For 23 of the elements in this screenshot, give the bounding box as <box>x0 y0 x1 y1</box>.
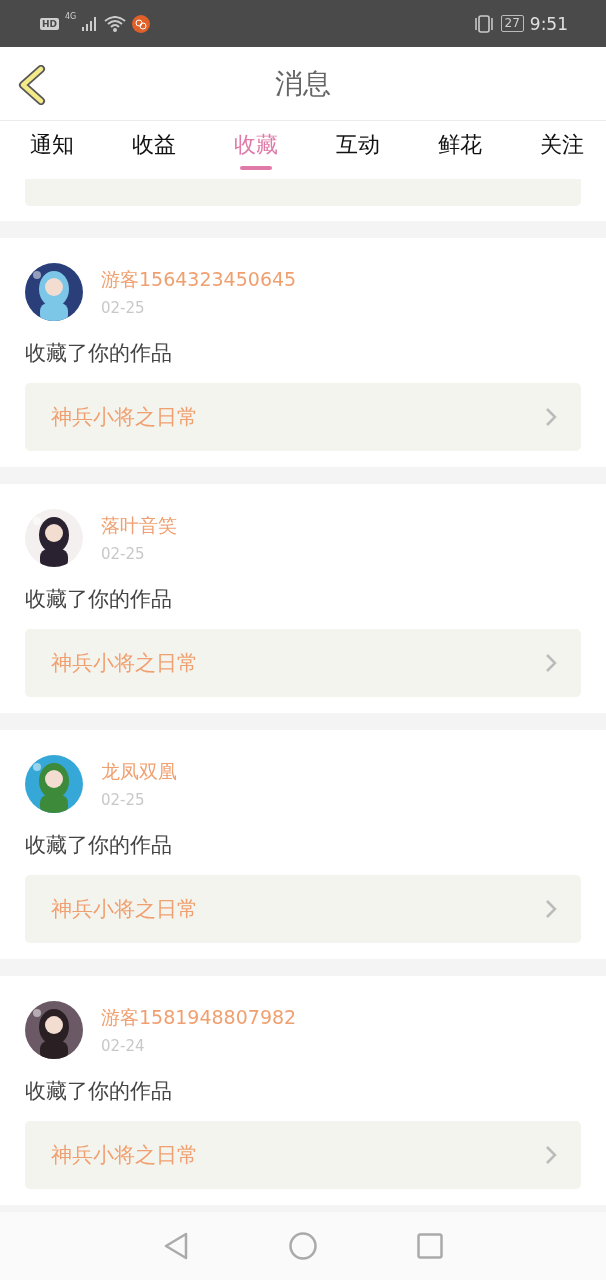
user-name[interactable]: 落叶音笑 <box>101 513 177 539</box>
clock: 9:51 <box>529 13 568 34</box>
tab[interactable]: 收益 <box>116 121 192 179</box>
tab[interactable]: 通知 <box>14 121 90 179</box>
battery-indicator: 27 <box>500 15 524 32</box>
work-link[interactable]: 神兵小将之日常 <box>25 383 581 451</box>
hd-indicator: HD <box>40 17 59 30</box>
work-link[interactable]: 神兵小将之日常 <box>25 1121 581 1189</box>
message-text: 收藏了你的作品 <box>25 586 173 613</box>
message-text: 收藏了你的作品 <box>25 832 173 859</box>
tab[interactable]: 鲜花 <box>422 121 498 179</box>
user-name[interactable]: 游客1564323450645 <box>101 267 297 293</box>
work-link[interactable]: 神兵小将之日常 <box>25 875 581 943</box>
user-name[interactable]: 龙凤双凰 <box>101 759 177 785</box>
work-link[interactable]: 神兵小将之日常 <box>25 629 581 697</box>
tab[interactable]: 关注 <box>524 121 600 179</box>
tab[interactable]: 收藏 <box>218 121 294 179</box>
tab[interactable]: 互动 <box>320 121 396 179</box>
message-text: 收藏了你的作品 <box>25 1078 173 1105</box>
message-text: 收藏了你的作品 <box>25 340 173 367</box>
page-title: 消息 <box>275 65 331 102</box>
user-name[interactable]: 游客1581948807982 <box>101 1005 297 1031</box>
network-type: 4G <box>65 12 77 21</box>
